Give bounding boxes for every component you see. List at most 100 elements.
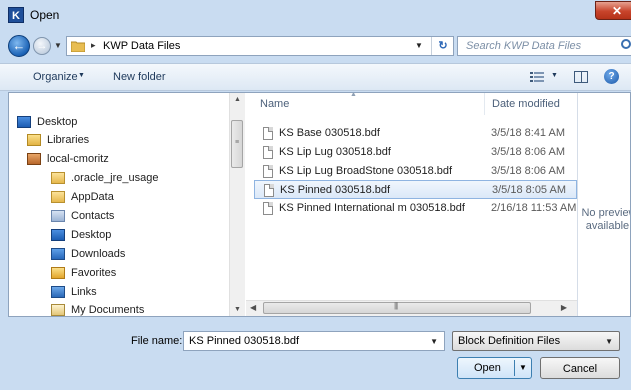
file-icon	[263, 165, 273, 178]
scroll-right-icon[interactable]: ▶	[561, 303, 567, 312]
nav-item-label: Downloads	[71, 248, 126, 260]
split-divider	[514, 360, 515, 376]
scroll-up-icon[interactable]: ▲	[234, 96, 241, 103]
file-row[interactable]: KS Pinned International m 030518.bdf 2/1…	[254, 199, 577, 218]
open-button[interactable]: Open ▼	[457, 357, 532, 379]
file-icon	[264, 184, 274, 197]
file-name-value: KS Pinned 030518.bdf	[189, 335, 300, 347]
nav-item-local-cmoritz[interactable]: local-cmoritz	[27, 150, 109, 168]
nav-vertical-scrollbar[interactable]: ▲ ≡ ▼	[229, 93, 245, 316]
search-input[interactable]: Search KWP Data Files	[457, 36, 631, 56]
breadcrumb-kwp-data-files[interactable]: KWP Data Files	[103, 40, 180, 52]
desktop-icon	[51, 229, 65, 241]
scrollbar-thumb[interactable]: |||	[263, 301, 531, 314]
downloads-icon	[51, 248, 65, 260]
preview-line-2: available.	[585, 220, 631, 232]
arrow-right-icon: →	[36, 40, 48, 52]
scrollbar-thumb[interactable]: ≡	[231, 120, 243, 168]
column-header-date-modified[interactable]: Date modified	[492, 98, 560, 110]
scroll-down-icon[interactable]: ▼	[234, 306, 241, 313]
preview-pane-toggle-icon[interactable]	[574, 71, 588, 83]
title-bar: K Open ✕	[0, 0, 631, 30]
file-name: KS Lip Lug BroadStone 030518.bdf	[279, 165, 453, 177]
links-icon	[51, 286, 65, 298]
close-button[interactable]: ✕	[595, 1, 631, 20]
file-name: KS Base 030518.bdf	[279, 127, 380, 139]
nav-item-label: AppData	[71, 191, 114, 203]
address-history-dropdown-icon[interactable]: ▼	[415, 41, 423, 50]
user-folder-icon	[27, 153, 41, 165]
grip-icon: ≡	[235, 139, 240, 146]
nav-item-my-documents[interactable]: My Documents	[51, 301, 145, 316]
chevron-down-icon: ▼	[78, 72, 85, 79]
nav-item-label: .oracle_jre_usage	[71, 172, 159, 184]
cancel-button[interactable]: Cancel	[540, 357, 620, 379]
column-divider[interactable]	[484, 93, 485, 115]
open-file-dialog: K Open ✕ ← → ▼ ▸ KWP Data Files ▼ ↻ Sear…	[0, 0, 631, 390]
nav-item-label: My Documents	[71, 304, 145, 316]
nav-item-label: Desktop	[37, 116, 78, 128]
nav-item-oracle-jre-usage[interactable]: .oracle_jre_usage	[51, 169, 158, 187]
file-row[interactable]: KS Base 030518.bdf 3/5/18 8:41 AM	[254, 124, 577, 143]
refresh-icon[interactable]: ↻	[431, 37, 454, 55]
browser-content: Desktop Libraries local-cmoritz .oracle_…	[8, 92, 631, 317]
view-options-dropdown-icon[interactable]: ▼	[551, 72, 558, 79]
back-button[interactable]: ←	[8, 35, 30, 57]
nav-item-desktop[interactable]: Desktop	[17, 113, 77, 131]
file-icon	[263, 202, 273, 215]
file-date: 3/5/18 8:05 AM	[492, 184, 566, 196]
file-name-label: File name:	[131, 335, 183, 347]
open-options-dropdown-icon[interactable]: ▼	[519, 363, 527, 372]
contacts-icon	[51, 210, 65, 222]
file-name-input[interactable]: KS Pinned 030518.bdf ▼	[183, 331, 445, 351]
recent-locations-dropdown[interactable]: ▼	[54, 41, 62, 51]
window-title: Open	[30, 8, 60, 22]
nav-item-label: local-cmoritz	[47, 153, 109, 165]
file-list-horizontal-scrollbar[interactable]: ◀ ||| ▶	[246, 300, 577, 316]
preview-pane: No preview available.	[577, 93, 631, 316]
help-icon[interactable]: ?	[604, 69, 619, 84]
chevron-down-icon: ▼	[54, 41, 62, 50]
search-icon[interactable]	[621, 39, 631, 49]
folder-icon	[51, 191, 65, 203]
address-row: ← → ▼ ▸ KWP Data Files ▼ ↻ Search KWP Da…	[0, 33, 631, 59]
file-type-value: Block Definition Files	[458, 335, 561, 347]
nav-item-desktop-user[interactable]: Desktop	[51, 226, 111, 244]
new-folder-button[interactable]: New folder	[113, 71, 166, 83]
column-header-name[interactable]: Name	[260, 98, 289, 110]
search-placeholder: Search KWP Data Files	[466, 40, 582, 52]
favorites-icon	[51, 267, 65, 279]
app-logo-icon: K	[8, 7, 24, 23]
command-toolbar: Organize ▼ New folder ▼ ?	[0, 63, 631, 91]
nav-item-contacts[interactable]: Contacts	[51, 207, 114, 225]
address-bar[interactable]: ▸ KWP Data Files ▼ ↻	[66, 36, 454, 56]
chevron-down-icon[interactable]: ▼	[430, 337, 438, 346]
file-list: Name ▲ Date modified KS Base 030518.bdf …	[246, 93, 577, 316]
file-type-select[interactable]: Block Definition Files ▼	[452, 331, 620, 351]
forward-button[interactable]: →	[33, 37, 51, 55]
arrow-left-icon: ←	[12, 38, 26, 53]
libraries-icon	[27, 134, 41, 146]
file-icon	[263, 146, 273, 159]
change-view-icon[interactable]	[530, 71, 544, 83]
folder-icon	[71, 41, 85, 52]
scroll-left-icon[interactable]: ◀	[250, 303, 256, 312]
desktop-icon	[17, 116, 31, 128]
file-date: 3/5/18 8:06 AM	[491, 146, 565, 158]
file-date: 3/5/18 8:06 AM	[491, 165, 565, 177]
file-row[interactable]: KS Lip Lug 030518.bdf 3/5/18 8:06 AM	[254, 143, 577, 162]
nav-item-downloads[interactable]: Downloads	[51, 245, 125, 263]
nav-item-libraries[interactable]: Libraries	[27, 131, 89, 149]
nav-item-label: Links	[71, 286, 97, 298]
organize-menu-button[interactable]: Organize	[33, 71, 78, 83]
nav-item-favorites[interactable]: Favorites	[51, 264, 116, 282]
nav-item-appdata[interactable]: AppData	[51, 188, 114, 206]
file-row-selected[interactable]: KS Pinned 030518.bdf 3/5/18 8:05 AM	[254, 180, 577, 199]
nav-item-links[interactable]: Links	[51, 283, 97, 301]
nav-item-label: Desktop	[71, 229, 112, 241]
file-row[interactable]: KS Lip Lug BroadStone 030518.bdf 3/5/18 …	[254, 162, 577, 181]
nav-item-label: Contacts	[71, 210, 115, 222]
file-icon	[263, 127, 273, 140]
folder-icon	[51, 172, 65, 184]
open-button-label: Open	[474, 362, 501, 374]
